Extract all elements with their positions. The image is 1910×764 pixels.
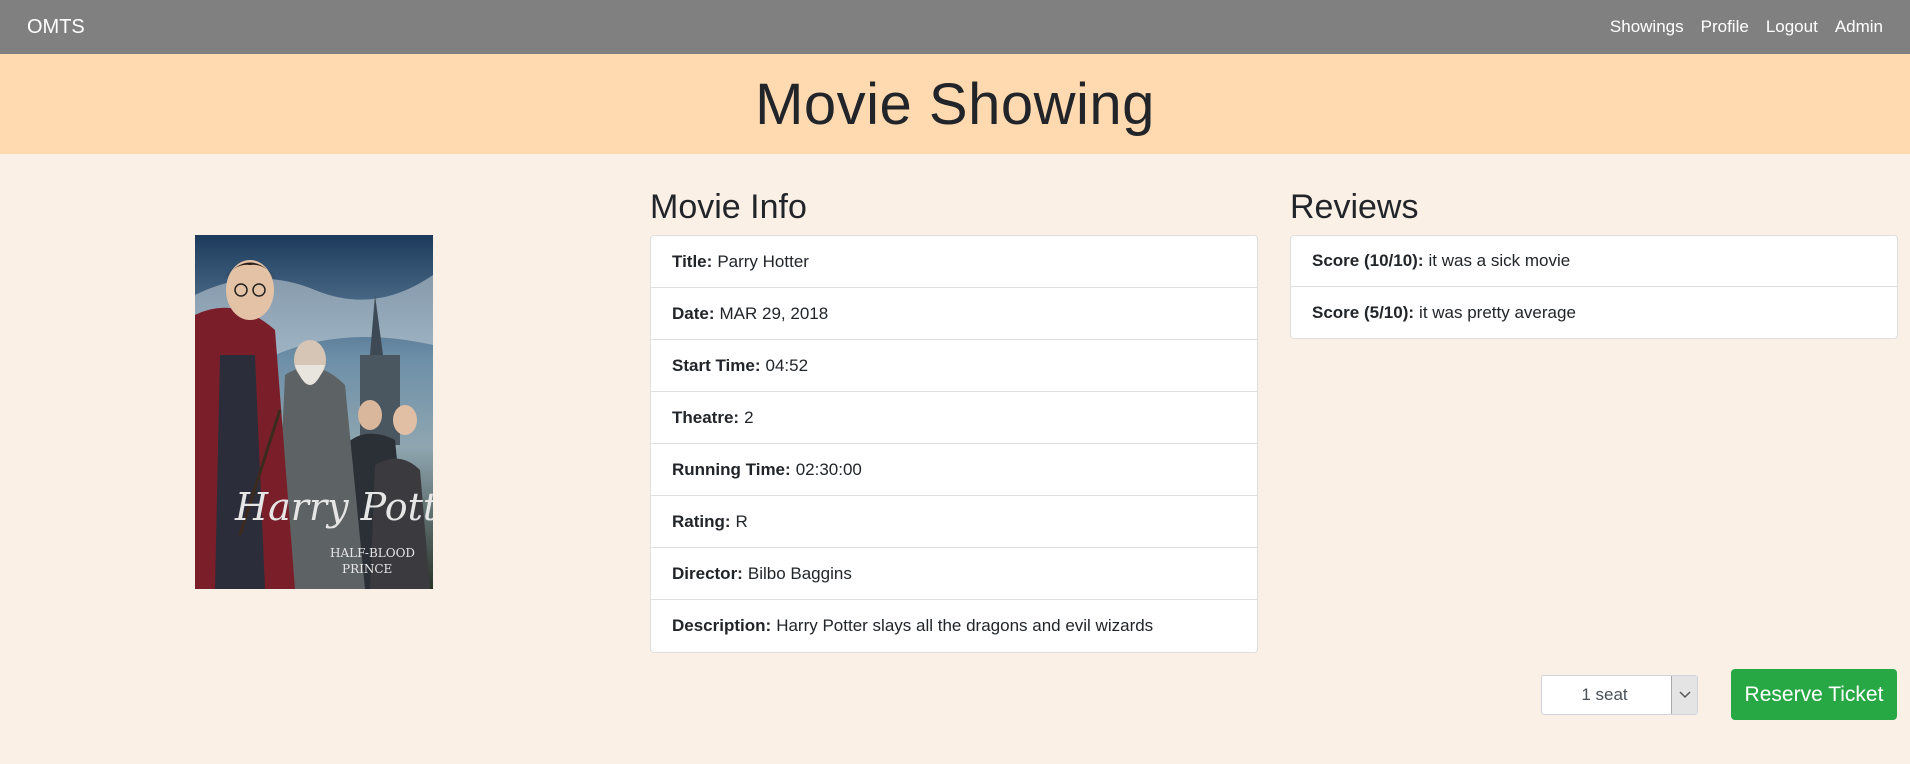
info-item-title: Title: Parry Hotter bbox=[651, 236, 1257, 288]
info-value: Bilbo Baggins bbox=[747, 563, 852, 583]
info-value: 02:30:00 bbox=[795, 459, 862, 479]
nav-links: Showings Profile Logout Admin bbox=[1610, 17, 1883, 37]
info-value: 04:52 bbox=[765, 355, 809, 375]
info-label: Theatre: bbox=[672, 407, 740, 427]
info-value: Harry Potter slays all the dragons and e… bbox=[776, 616, 1154, 635]
info-label: Running Time: bbox=[672, 459, 791, 479]
page-header: Movie Showing bbox=[0, 54, 1910, 154]
poster-subtitle-line2: PRINCE bbox=[342, 562, 392, 576]
info-value: 2 bbox=[744, 407, 754, 427]
review-text: it was pretty average bbox=[1419, 302, 1576, 322]
poster-image: Harry Potter HALF-BLOOD PRINCE bbox=[195, 235, 433, 589]
chevron-down-icon[interactable] bbox=[1671, 676, 1697, 714]
info-value: R bbox=[735, 511, 748, 531]
seat-count-value: 1 seat bbox=[1581, 685, 1628, 704]
info-label: Description: bbox=[672, 616, 772, 635]
review-score: Score (5/10): bbox=[1312, 302, 1415, 322]
movie-info-list: Title: Parry Hotter Date: MAR 29, 2018 S… bbox=[650, 235, 1258, 653]
info-label: Start Time: bbox=[672, 355, 761, 375]
reviews-list: Score (10/10): it was a sick movie Score… bbox=[1290, 235, 1898, 339]
info-label: Title: bbox=[672, 251, 713, 271]
nav-link-showings[interactable]: Showings bbox=[1610, 17, 1684, 37]
movie-poster: Harry Potter HALF-BLOOD PRINCE bbox=[195, 235, 433, 589]
info-item-date: Date: MAR 29, 2018 bbox=[651, 288, 1257, 340]
info-label: Director: bbox=[672, 563, 743, 583]
info-item-rating: Rating: R bbox=[651, 496, 1257, 548]
info-value: MAR 29, 2018 bbox=[719, 303, 829, 323]
review-item: Score (5/10): it was pretty average bbox=[1291, 287, 1897, 338]
review-text: it was a sick movie bbox=[1428, 251, 1571, 270]
info-label: Rating: bbox=[672, 511, 731, 531]
review-score: Score (10/10): bbox=[1312, 251, 1424, 270]
info-item-theatre: Theatre: 2 bbox=[651, 392, 1257, 444]
poster-title-text: Harry Potter bbox=[234, 485, 433, 529]
info-item-start-time: Start Time: 04:52 bbox=[651, 340, 1257, 392]
movie-info-heading: Movie Info bbox=[650, 188, 807, 226]
info-item-running-time: Running Time: 02:30:00 bbox=[651, 444, 1257, 496]
seat-count-select[interactable]: 1 seat bbox=[1541, 675, 1698, 715]
nav-link-admin[interactable]: Admin bbox=[1835, 17, 1883, 37]
nav-link-logout[interactable]: Logout bbox=[1766, 17, 1818, 37]
info-label: Date: bbox=[672, 303, 715, 323]
page-title: Movie Showing bbox=[755, 71, 1155, 137]
info-value: Parry Hotter bbox=[717, 251, 809, 271]
info-item-description: Description: Harry Potter slays all the … bbox=[651, 600, 1257, 652]
info-item-director: Director: Bilbo Baggins bbox=[651, 548, 1257, 600]
navbar: OMTS Showings Profile Logout Admin bbox=[0, 0, 1910, 54]
nav-link-profile[interactable]: Profile bbox=[1701, 17, 1749, 37]
brand-link[interactable]: OMTS bbox=[27, 16, 85, 39]
reviews-heading: Reviews bbox=[1290, 188, 1419, 226]
review-item: Score (10/10): it was a sick movie bbox=[1291, 236, 1897, 287]
poster-subtitle-line1: HALF-BLOOD bbox=[330, 546, 415, 560]
reserve-ticket-button[interactable]: Reserve Ticket bbox=[1731, 669, 1897, 720]
